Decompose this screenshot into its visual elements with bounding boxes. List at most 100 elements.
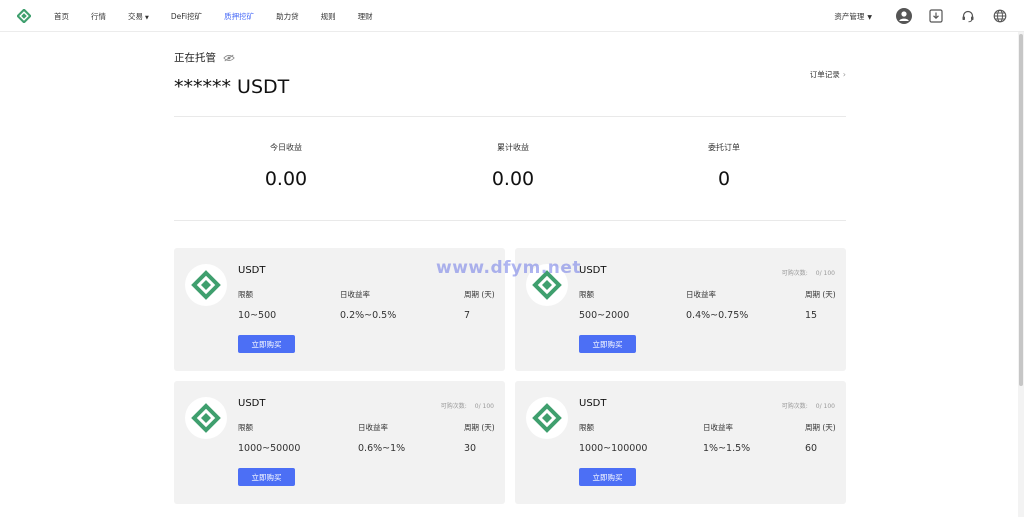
headset-icon[interactable] — [960, 8, 976, 24]
nav-home[interactable]: 首页 — [54, 11, 69, 22]
product-coin-name: USDT — [238, 265, 266, 276]
product-card: USDT 限额 10~500 日收益率 0.2%~0.5% 周期 (天) 7 立… — [174, 248, 505, 371]
product-card: USDT 可购次数: 0/ 100 限额 500~2000 日收益率 0.4%~0… — [515, 248, 846, 371]
nav-rules[interactable]: 规则 — [321, 11, 336, 22]
stat-total-earnings: 累计收益 0.00 — [453, 142, 573, 190]
hosting-title: 正在托管 — [174, 50, 235, 65]
header-actions: 资产管理 ▼ — [834, 0, 1024, 32]
product-card: USDT 可购次数: 0/ 100 限额 1000~100000 日收益率 1%~… — [515, 381, 846, 504]
remaining-label: 可购次数: — [440, 403, 467, 410]
product-coin-name: USDT — [579, 398, 607, 409]
limit-label: 限额 — [238, 290, 253, 299]
order-link-label: 订单记录 — [809, 70, 840, 79]
asset-management-menu[interactable]: 资产管理 ▼ — [834, 11, 872, 22]
limit-label: 限额 — [238, 423, 253, 432]
period-value: 7 — [464, 310, 471, 321]
top-navbar: 首页 行情 交易 ▼ DeFi挖矿 质押挖矿 助力贷 规则 理财 资产管理 ▼ — [0, 0, 1024, 32]
limit-column: 限额 10~500 — [238, 289, 276, 321]
asset-menu-label: 资产管理 — [834, 11, 865, 21]
rate-label: 日收益率 — [358, 423, 388, 432]
period-value: 15 — [805, 310, 818, 321]
nav-defi-label: DeFi挖矿 — [170, 11, 203, 21]
brand-logo-icon[interactable] — [17, 9, 31, 23]
period-label: 周期 (天) — [805, 423, 836, 432]
nav-staking-label: 质押挖矿 — [224, 11, 255, 21]
order-history-link[interactable]: 订单记录 › — [810, 69, 846, 80]
product-coin-name: USDT — [579, 265, 607, 276]
nav-finance-label: 理财 — [357, 11, 373, 21]
remaining-purchases: 可购次数: 0/ 100 — [441, 401, 494, 410]
buy-now-button[interactable]: 立即购买 — [238, 335, 295, 353]
limit-label: 限额 — [579, 423, 594, 432]
period-value: 60 — [805, 443, 818, 454]
stat-entrusted-orders: 委托订单 0 — [664, 142, 784, 190]
caret-down-icon: ▼ — [867, 13, 872, 21]
globe-icon[interactable] — [992, 8, 1008, 24]
period-column: 周期 (天) 15 — [805, 289, 836, 321]
caret-down-icon: ▼ — [145, 14, 149, 21]
limit-value: 500~2000 — [579, 310, 630, 321]
rate-label: 日收益率 — [686, 290, 716, 299]
nav-market[interactable]: 行情 — [91, 11, 106, 22]
remaining-purchases: 可购次数: 0/ 100 — [782, 268, 835, 277]
limit-value: 1000~50000 — [238, 443, 301, 454]
divider — [174, 116, 846, 117]
period-column: 周期 (天) 60 — [805, 422, 836, 454]
nav-market-label: 行情 — [91, 11, 106, 21]
limit-value: 10~500 — [238, 310, 277, 321]
nav-finance[interactable]: 理财 — [358, 11, 373, 22]
rate-column: 日收益率 0.4%~0.75% — [686, 289, 748, 321]
scrollbar-thumb[interactable] — [1019, 34, 1023, 386]
remaining-purchases: 可购次数: 0/ 100 — [782, 401, 835, 410]
download-icon[interactable] — [928, 8, 944, 24]
remaining-label: 可购次数: — [781, 403, 808, 410]
user-avatar-icon[interactable] — [896, 8, 912, 24]
limit-column: 限额 1000~50000 — [238, 422, 300, 454]
stat-value: 0.00 — [264, 168, 308, 190]
rate-column: 日收益率 0.6%~1% — [358, 422, 405, 454]
limit-label: 限额 — [579, 290, 594, 299]
nav-staking-mining[interactable]: 质押挖矿 — [224, 11, 254, 22]
hosting-title-text: 正在托管 — [174, 52, 216, 64]
remaining-value: 0/ 100 — [815, 403, 835, 410]
usdt-coin-logo-icon — [185, 264, 227, 306]
nav-home-label: 首页 — [54, 11, 69, 21]
rate-column: 日收益率 0.2%~0.5% — [340, 289, 396, 321]
limit-column: 限额 1000~100000 — [579, 422, 647, 454]
period-label: 周期 (天) — [464, 290, 495, 299]
nav-trade[interactable]: 交易 ▼ — [128, 11, 149, 22]
remaining-value: 0/ 100 — [474, 403, 494, 410]
nav-loan-label: 助力贷 — [276, 11, 299, 21]
nav-trade-label: 交易 — [128, 11, 143, 21]
main-nav: 首页 行情 交易 ▼ DeFi挖矿 质押挖矿 助力贷 规则 理财 — [54, 0, 395, 32]
rate-value: 0.2%~0.5% — [340, 310, 397, 321]
stat-value: 0 — [717, 168, 731, 190]
buy-now-button[interactable]: 立即购买 — [238, 468, 295, 486]
rate-label: 日收益率 — [340, 290, 370, 299]
buy-now-button[interactable]: 立即购买 — [579, 335, 636, 353]
buy-now-button[interactable]: 立即购买 — [579, 468, 636, 486]
chevron-right-icon: › — [842, 70, 846, 79]
stat-label: 委托订单 — [708, 143, 740, 152]
period-value: 30 — [464, 443, 477, 454]
nav-loan[interactable]: 助力贷 — [276, 11, 299, 22]
eye-icon[interactable] — [223, 54, 235, 62]
limit-column: 限额 500~2000 — [579, 289, 629, 321]
product-card: USDT 可购次数: 0/ 100 限额 1000~50000 日收益率 0.6%… — [174, 381, 505, 504]
nav-defi-mining[interactable]: DeFi挖矿 — [171, 11, 202, 22]
period-column: 周期 (天) 30 — [464, 422, 495, 454]
rate-value: 1%~1.5% — [703, 443, 751, 454]
stat-value: 0.00 — [491, 168, 535, 190]
stat-label: 今日收益 — [270, 143, 302, 152]
divider — [174, 220, 846, 221]
rate-label: 日收益率 — [703, 423, 733, 432]
remaining-label: 可购次数: — [781, 270, 808, 277]
rate-value: 0.4%~0.75% — [686, 310, 749, 321]
period-label: 周期 (天) — [805, 290, 836, 299]
hosting-amount: ****** USDT — [174, 76, 290, 98]
stat-label: 累计收益 — [497, 143, 529, 152]
product-coin-name: USDT — [238, 398, 266, 409]
limit-value: 1000~100000 — [579, 443, 648, 454]
rate-column: 日收益率 1%~1.5% — [703, 422, 750, 454]
usdt-coin-logo-icon — [185, 397, 227, 439]
